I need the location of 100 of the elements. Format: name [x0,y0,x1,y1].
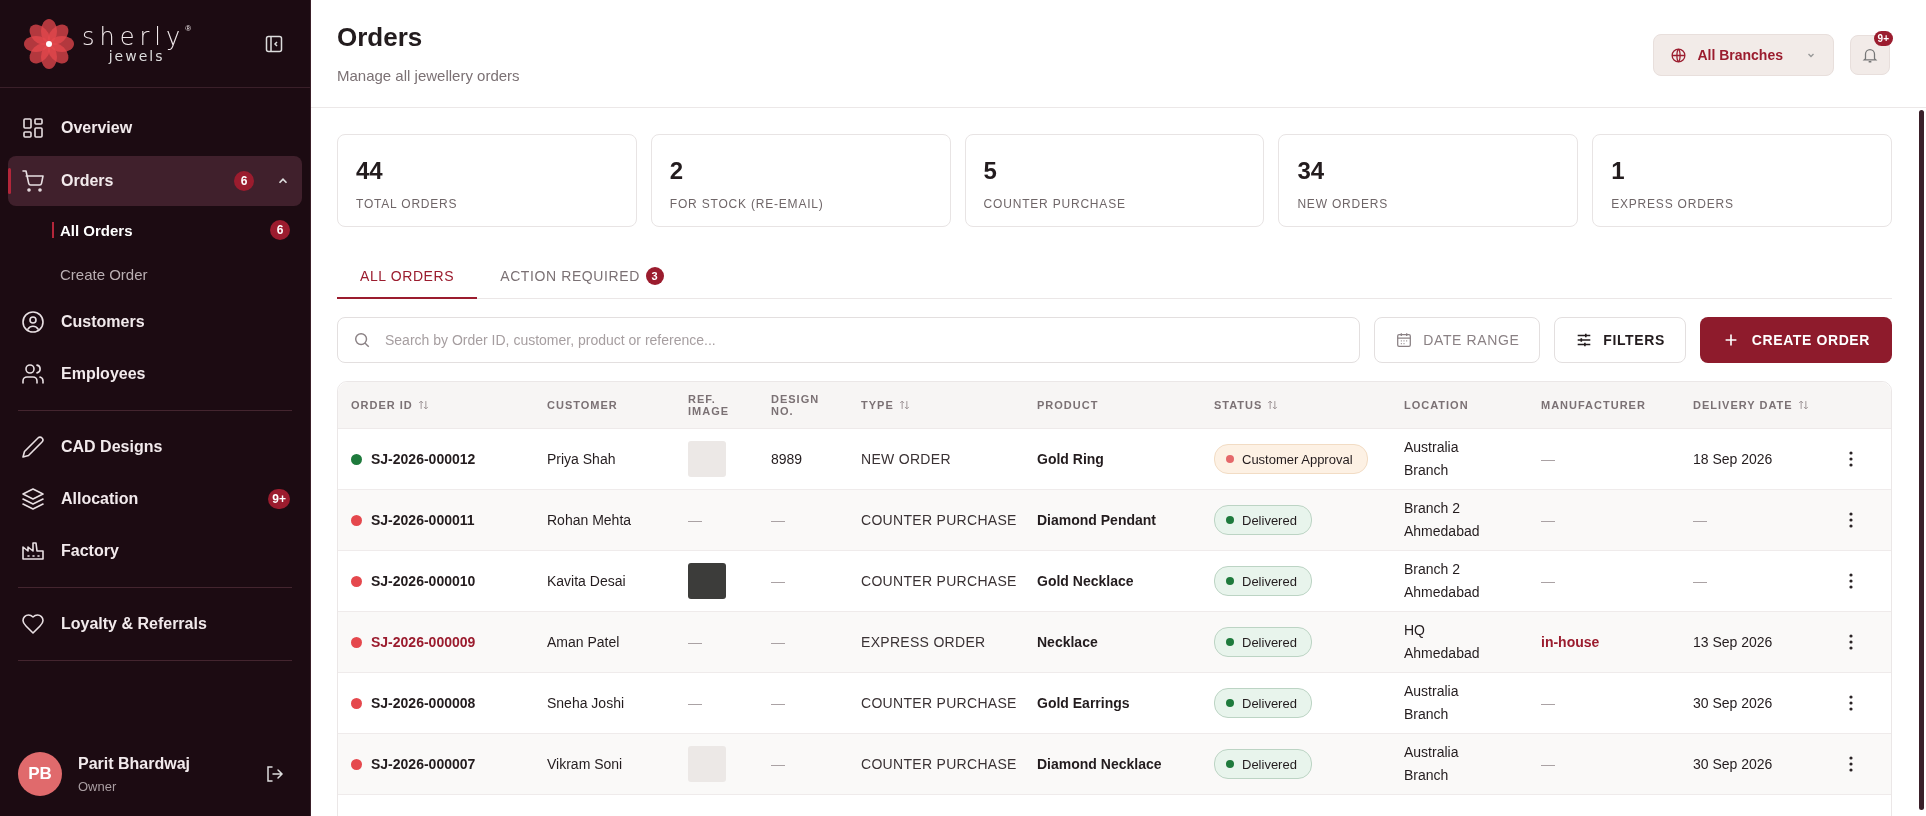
nav-item[interactable]: CAD Designs [8,421,302,473]
users-icon [21,362,45,386]
nav-item[interactable]: Overview [8,102,302,154]
delivery-date: — [1693,573,1707,589]
calendar-icon [1395,331,1414,349]
design-number: — [771,512,785,528]
delivery-date: — [1693,512,1707,528]
column-header[interactable]: TYPE [861,382,1037,428]
nav-item[interactable]: Employees [8,348,302,400]
product-name: Gold Earrings [1037,695,1130,711]
column-header[interactable]: DELIVERY DATE [1693,382,1849,428]
nav-item[interactable]: Orders 6 [8,156,302,206]
registered-mark: ® [185,24,192,33]
user-icon [21,310,45,334]
order-type: EXPRESS ORDER [861,634,986,650]
status-badge: Delivered [1214,749,1312,779]
design-number: 8989 [771,451,803,467]
more-options-icon[interactable] [1849,451,1853,467]
nav-item[interactable]: Factory [8,525,302,577]
location: Australia Branch [1404,682,1460,724]
column-header: DESIGN NO. [771,392,821,419]
order-id[interactable]: SJ-2026-000011 [371,512,475,528]
create-order-button[interactable]: CREATE ORDER [1699,317,1892,363]
logout-icon[interactable] [264,764,284,784]
grid-icon [21,116,45,140]
order-id[interactable]: SJ-2026-000007 [371,756,476,772]
column-header: CUSTOMER [547,398,619,413]
layers-icon [21,487,45,511]
empty-value: — [1541,756,1555,772]
factory-icon [21,539,45,563]
notification-badge: 9+ [1873,31,1893,46]
search-icon [353,331,371,349]
empty-value: — [1541,512,1555,528]
date-range-button[interactable]: DATE RANGE [1374,317,1541,363]
delivery-date: 18 Sep 2026 [1693,451,1773,467]
user-avatar: PB [18,752,62,796]
scrollbar-thumb[interactable] [1919,110,1924,810]
status-badge: Delivered [1214,566,1312,596]
flower-logo-icon [24,18,74,69]
sidebar-collapse-icon[interactable] [264,33,284,54]
stat-label: TOTAL ORDERS [356,197,459,211]
cart-icon [21,169,45,193]
customer-name: Priya Shah [547,451,616,467]
column-header[interactable]: ORDER ID [351,382,547,428]
heart-icon [21,612,45,636]
customer-name: Sneha Joshi [547,695,625,711]
user-role: Owner [78,778,118,794]
pencil-icon [21,435,45,459]
tab[interactable]: ALL ORDERS [337,254,478,299]
more-options-icon[interactable] [1849,512,1853,528]
count-badge: 3 [645,267,664,285]
empty-value: — [688,695,702,711]
location: Branch 2 Ahmedabad [1404,499,1481,541]
nav-item[interactable]: Allocation 9+ [8,473,302,525]
order-id[interactable]: SJ-2026-000012 [371,451,476,467]
empty-value: — [1541,695,1555,711]
nav-subitem[interactable]: All Orders 6 [48,208,302,252]
location: Australia Branch [1404,438,1460,480]
search-field[interactable]: Search by Order ID, customer, product or reference... [337,317,1361,363]
order-id[interactable]: SJ-2026-000009 [371,634,476,650]
delivery-date: 30 Sep 2026 [1693,695,1773,711]
delivery-date: 13 Sep 2026 [1693,634,1773,650]
location: HQ Ahmedabad [1404,621,1481,663]
manufacturer-link[interactable]: in-house [1541,634,1600,650]
design-number: — [771,634,785,650]
more-options-icon[interactable] [1849,634,1853,650]
order-type: COUNTER PURCHASE [861,573,1017,589]
order-id[interactable]: SJ-2026-000008 [371,695,476,711]
nav-subitem[interactable]: Create Order [48,252,302,296]
product-name: Necklace [1037,634,1098,650]
design-number: — [771,573,785,589]
brand-name: sherly [82,24,186,49]
status-badge: Customer Approval [1214,444,1368,474]
nav-item[interactable]: Loyalty & Referrals [8,598,302,650]
order-type: COUNTER PURCHASE [861,695,1017,711]
branch-selector[interactable]: All Branches [1653,34,1834,76]
more-options-icon[interactable] [1849,573,1853,589]
column-header[interactable]: STATUS [1214,382,1404,428]
location: Australia Branch [1404,743,1460,785]
status-badge: Delivered [1214,627,1312,657]
order-id[interactable]: SJ-2026-000010 [371,573,476,589]
design-number: — [771,695,785,711]
customer-name: Rohan Mehta [547,512,632,528]
page-subtitle: Manage all jewellery orders [337,67,520,84]
more-options-icon[interactable] [1849,695,1853,711]
product-name: Diamond Pendant [1037,512,1156,528]
customer-name: Aman Patel [547,634,620,650]
user-name: Parit Bhardwaj [78,754,192,773]
status-badge: Delivered [1214,505,1312,535]
more-options-icon[interactable] [1849,756,1853,772]
empty-value: — [1541,573,1555,589]
column-header: REF. IMAGE [688,392,731,419]
filters-button[interactable]: FILTERS [1554,317,1686,363]
customer-name: Kavita Desai [547,573,626,589]
stat-label: EXPRESS ORDERS [1611,197,1735,211]
nav-item[interactable]: Customers [8,296,302,348]
count-badge: 6 [234,171,254,191]
tab[interactable]: ACTION REQUIRED 3 [477,254,687,298]
stat-label: NEW ORDERS [1297,197,1390,211]
empty-value: — [1541,451,1555,467]
